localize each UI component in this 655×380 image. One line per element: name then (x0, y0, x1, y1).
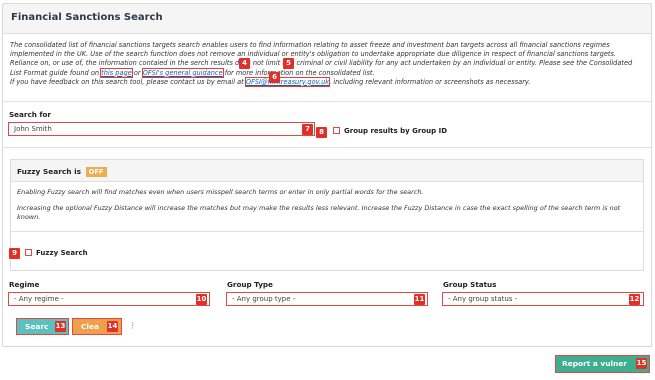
fuzzy-search-section: Fuzzy Search is OFF Enabling Fuzzy searc… (9, 159, 644, 271)
email-link[interactable]: OFSI@hmtreasury.gov.uk (244, 76, 331, 87)
annotation-badge-15: 15 (636, 358, 647, 369)
fuzzy-search-label: Fuzzy Search (36, 249, 88, 257)
clear-button-label: Clea (81, 322, 99, 331)
group-results-label: Group results by Group ID (344, 127, 448, 135)
fuzzy-desc-2: Increasing the optional Fuzzy Distance w… (17, 204, 621, 221)
group-status-select[interactable]: - Any group status - (442, 292, 644, 306)
search-button-label: Searc (25, 322, 49, 331)
panel-header: Financial Sanctions Search (3, 4, 651, 34)
fuzzy-search-checkbox[interactable] (25, 249, 32, 256)
group-type-label: Group Type (227, 280, 273, 289)
intro-text: The consolidated list of financial sanct… (10, 41, 643, 87)
divider (3, 101, 651, 102)
fuzzy-status-badge: OFF (85, 167, 107, 177)
annotation-badge-8: 8 (316, 127, 327, 138)
annotation-badge-11: 11 (414, 294, 425, 305)
this-page-link[interactable]: this page (100, 67, 133, 78)
group-results-checkbox[interactable] (333, 127, 340, 134)
sanctions-search-panel: Financial Sanctions Search The consolida… (2, 3, 652, 347)
regime-label: Regime (9, 280, 40, 289)
intro-part-5: for more information on the consolidated… (222, 68, 375, 77)
feedback-text-end: , including relevant information or scre… (329, 77, 531, 86)
group-type-select[interactable]: - Any group type - (226, 292, 428, 306)
fuzzy-desc-1: Enabling Fuzzy search will find matches … (17, 188, 424, 196)
annotation-badge-5: 5 (283, 58, 294, 69)
intro-part-4: or (131, 68, 143, 77)
group-status-label: Group Status (443, 280, 497, 289)
intro-part-2: ed in the se (159, 59, 199, 68)
feedback-text: If you have feedback on this search tool… (10, 77, 246, 86)
annotation-badge-6: 6 (269, 72, 280, 83)
loading-spinner-icon: ⁝ (131, 321, 135, 332)
regime-select[interactable]: - Any regime - (8, 292, 210, 306)
annotation-badge-13: 13 (55, 321, 66, 332)
annotation-badge-12: 12 (629, 294, 640, 305)
fuzzy-title-text: Fuzzy Search is (17, 167, 82, 176)
annotation-badge-4: 4 (239, 58, 250, 69)
page-title: Financial Sanctions Search (11, 12, 163, 23)
search-for-label: Search for (9, 110, 51, 119)
divider (11, 231, 643, 232)
fuzzy-search-header: Fuzzy Search is OFF (11, 160, 643, 182)
fuzzy-search-title: Fuzzy Search is OFF (17, 167, 107, 177)
annotation-badge-9: 9 (9, 248, 20, 259)
report-button-label: Report a vulner (562, 359, 627, 368)
divider (3, 147, 651, 148)
annotation-badge-10: 10 (196, 294, 207, 305)
annotation-badge-14: 14 (107, 321, 118, 332)
search-input[interactable]: John Smith (8, 122, 315, 136)
general-guidance-link[interactable]: OFSI's general guidance (141, 67, 224, 78)
annotation-badge-7: 7 (302, 124, 313, 135)
